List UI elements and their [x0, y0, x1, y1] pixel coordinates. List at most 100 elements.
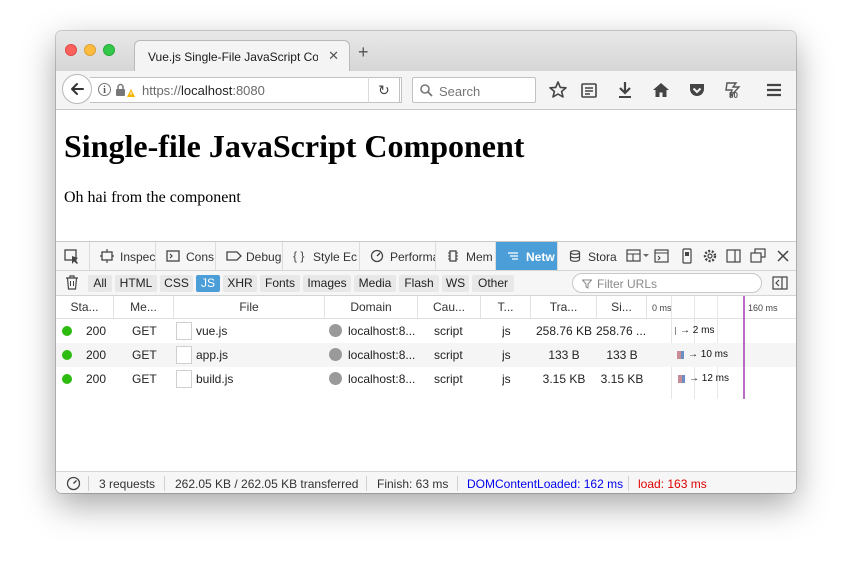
column-method[interactable]: Me... [114, 296, 174, 318]
console-icon [166, 250, 180, 262]
filter-js[interactable]: JS [196, 275, 220, 292]
request-domain: localhost:8... [348, 348, 416, 362]
filter-ws[interactable]: WS [442, 275, 469, 292]
request-count: 3 requests [99, 477, 156, 491]
filter-fonts[interactable]: Fonts [260, 275, 300, 292]
scratchpad-icon[interactable] [654, 248, 670, 264]
filter-other[interactable]: Other [472, 275, 514, 292]
new-tab-button[interactable]: + [358, 43, 369, 61]
filter-css[interactable]: CSS [160, 275, 193, 292]
tab-memory[interactable]: Mem [435, 242, 495, 270]
column-transferred[interactable]: Tra... [531, 296, 597, 318]
back-button[interactable] [62, 74, 92, 104]
divider [457, 476, 458, 491]
bookmark-star-icon[interactable] [548, 80, 568, 100]
url-bar[interactable]: i https://localhost:8080 [90, 77, 402, 103]
url-scheme: https:// [142, 83, 182, 98]
clear-trash-icon[interactable] [65, 275, 79, 290]
tab-style-editor[interactable]: { } Style Ec [282, 242, 359, 270]
column-file[interactable]: File [174, 296, 325, 318]
tab-console[interactable]: Cons [155, 242, 215, 270]
tab-performance[interactable]: Performa [359, 242, 435, 270]
request-row[interactable]: 200 GET app.js localhost:8... script js … [56, 343, 796, 367]
divider [628, 476, 629, 491]
zoom-window-button[interactable] [103, 44, 115, 56]
request-cause: script [434, 372, 463, 386]
divider [164, 476, 165, 491]
timeline-tick-start: 0 ms [652, 303, 672, 313]
tab-storage[interactable]: Stora [557, 242, 619, 270]
reload-icon: ↻ [378, 82, 390, 98]
request-type: js [502, 324, 511, 338]
toggle-sidebar-icon[interactable] [772, 276, 788, 290]
url-host: localhost [181, 83, 233, 98]
tab-label: Inspec [120, 250, 155, 264]
tab-inspector[interactable]: Inspec [89, 242, 155, 270]
status-ok-icon [62, 350, 72, 360]
settings-gear-icon[interactable] [702, 248, 718, 264]
request-transferred: 133 B [548, 348, 580, 362]
request-size: 133 B [606, 348, 638, 362]
home-icon[interactable] [651, 80, 671, 100]
filter-all[interactable]: All [88, 275, 112, 292]
request-size: 258.76 ... [596, 324, 646, 338]
filter-images[interactable]: Images [303, 275, 351, 292]
pocket-icon[interactable] [687, 80, 707, 100]
status-ok-icon [62, 326, 72, 336]
filter-html[interactable]: HTML [115, 275, 157, 292]
close-window-button[interactable] [65, 44, 77, 56]
close-tab-icon[interactable]: ✕ [328, 48, 339, 64]
minimize-window-button[interactable] [84, 44, 96, 56]
tab-network[interactable]: Netw [495, 242, 557, 270]
separate-window-icon[interactable] [750, 248, 766, 264]
browser-window: Vue.js Single-File JavaScript Com ✕ + i … [56, 31, 796, 493]
responsive-design-icon[interactable] [679, 248, 695, 264]
tab-label: Netw [526, 250, 555, 264]
performance-icon [370, 249, 384, 263]
dom-content-loaded-marker [743, 296, 745, 399]
request-table-header: Sta... Me... File Domain Cau... T... Tra… [56, 296, 796, 319]
close-devtools-icon[interactable] [775, 248, 791, 264]
layout-menu-icon[interactable] [626, 248, 650, 264]
dock-side-icon[interactable] [726, 248, 742, 264]
browser-tab[interactable]: Vue.js Single-File JavaScript Com ✕ [134, 40, 350, 72]
menu-icon[interactable] [764, 80, 784, 100]
tab-label: Debug [246, 250, 282, 264]
request-row[interactable]: 200 GET build.js localhost:8... script j… [56, 367, 796, 391]
style-editor-icon: { } [293, 249, 305, 263]
column-size[interactable]: Si... [597, 296, 647, 318]
filter-xhr[interactable]: XHR [223, 275, 257, 292]
file-icon [176, 346, 192, 364]
extension-icon[interactable]: 50 [723, 80, 743, 100]
search-box[interactable] [412, 77, 536, 103]
filter-urls-input[interactable] [595, 276, 759, 292]
column-cause[interactable]: Cau... [418, 296, 481, 318]
column-status[interactable]: Sta... [56, 296, 114, 318]
page-heading: Single-file JavaScript Component [64, 128, 525, 164]
info-icon[interactable]: i [98, 83, 111, 96]
request-file: build.js [196, 372, 234, 386]
request-file: vue.js [196, 324, 228, 338]
column-domain[interactable]: Domain [325, 296, 418, 318]
element-picker-icon[interactable] [64, 249, 80, 265]
column-type[interactable]: T... [481, 296, 531, 318]
reload-button[interactable]: ↻ [368, 77, 400, 103]
url-text[interactable]: https://localhost:8080 [142, 83, 265, 98]
insecure-lock-icon[interactable] [115, 82, 135, 98]
request-status: 200 [86, 324, 107, 338]
request-row[interactable]: 200 GET vue.js localhost:8... script js … [56, 319, 796, 343]
filter-funnel-icon [582, 279, 592, 289]
request-method: GET [132, 348, 157, 362]
file-icon [176, 322, 192, 340]
search-input[interactable] [437, 81, 535, 101]
devtools-toolbar: Inspec Cons Debug { } Style Ec Performa … [56, 242, 796, 271]
performance-analysis-icon[interactable] [66, 476, 81, 491]
request-transferred: 3.15 KB [542, 372, 586, 386]
filter-media[interactable]: Media [354, 275, 396, 292]
filter-urls-box[interactable] [572, 273, 762, 293]
tab-debugger[interactable]: Debug [215, 242, 282, 270]
reading-list-icon[interactable] [579, 80, 599, 100]
downloads-icon[interactable] [615, 80, 635, 100]
request-domain: localhost:8... [348, 324, 416, 338]
filter-flash[interactable]: Flash [399, 275, 439, 292]
